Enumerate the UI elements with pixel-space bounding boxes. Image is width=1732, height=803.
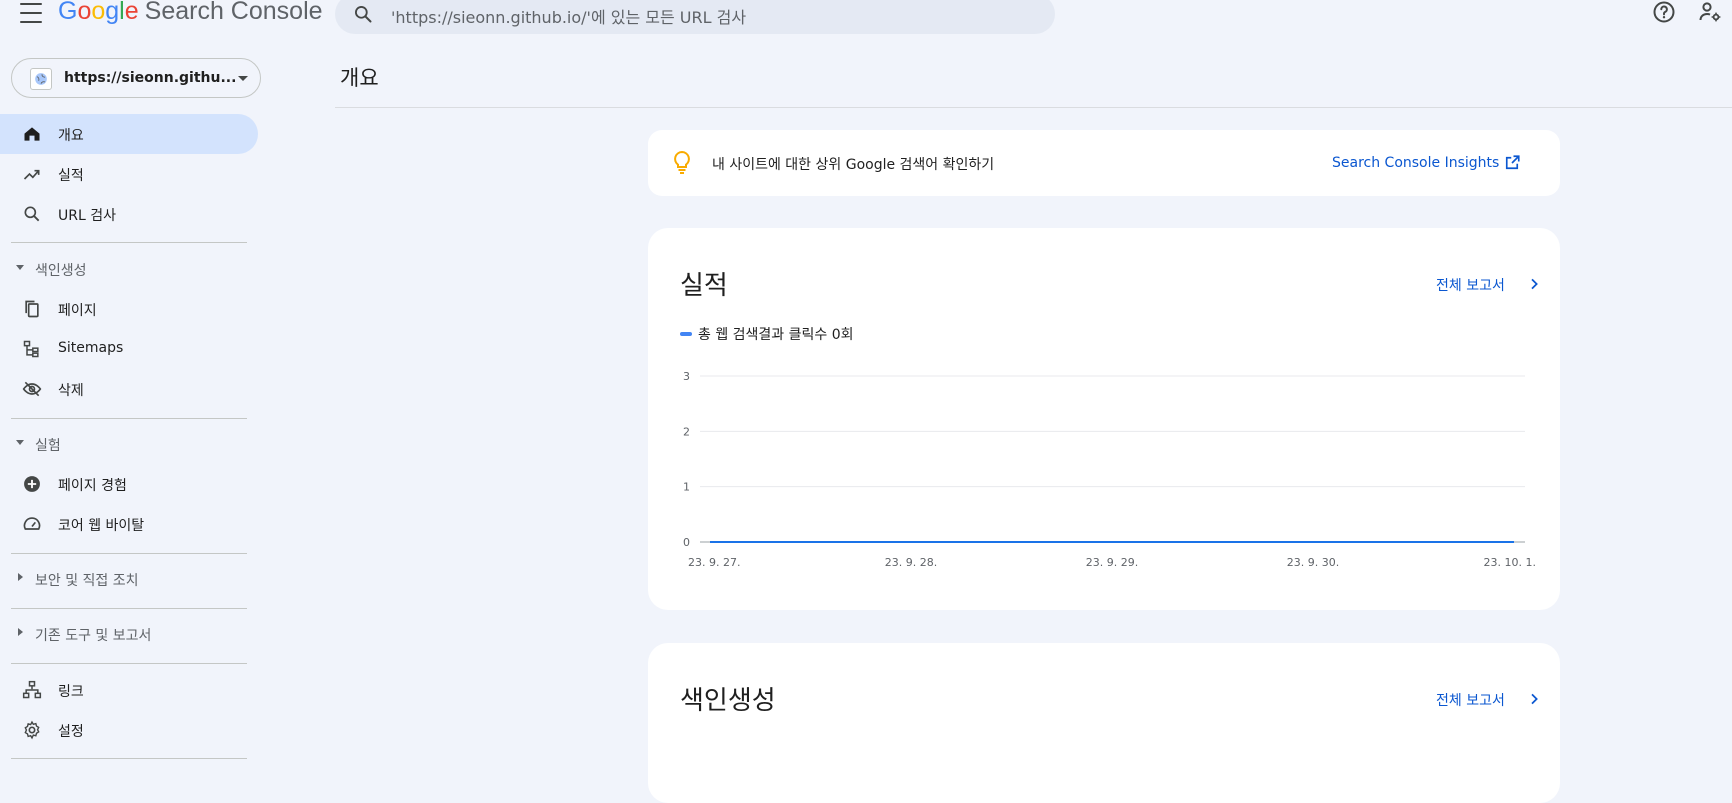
expand-icon (18, 628, 23, 636)
sidebar-item-links[interactable]: 링크 (0, 670, 258, 710)
sidebar-divider (11, 418, 247, 419)
caret-down-icon (238, 76, 248, 81)
sidebar-divider (11, 608, 247, 609)
legend-label: 총 웹 검색결과 클릭수 0회 (698, 327, 854, 343)
performance-title: 실적 (680, 271, 728, 301)
sidebar-item-label: 실적 (58, 168, 84, 184)
sidebar-section-legacy[interactable]: 기존 도구 및 보고서 (0, 619, 258, 649)
indexing-card: 색인생성 전체 보고서 (648, 643, 1560, 803)
sidebar-item-label: Sitemaps (58, 340, 124, 356)
account-settings-icon[interactable] (1698, 0, 1722, 24)
visibility-off-icon (22, 381, 42, 397)
x-tick-label: 23. 9. 30. (1287, 556, 1339, 569)
sidebar-item-overview[interactable]: 개요 (0, 114, 258, 154)
chevron-right-icon[interactable] (1526, 276, 1542, 292)
sidebar-item-label: URL 검사 (58, 208, 116, 224)
y-tick-label: 1 (683, 481, 690, 494)
sidebar-item-url-inspection[interactable]: URL 검사 (0, 194, 258, 234)
product-name: Search Console (144, 0, 323, 25)
y-tick-label: 0 (683, 536, 690, 549)
sidebar-divider (11, 663, 247, 664)
section-label: 기존 도구 및 보고서 (35, 628, 152, 644)
sidebar-item-sitemaps[interactable]: Sitemaps (0, 329, 258, 369)
sidebar-section-experience[interactable]: 실험 (0, 429, 258, 459)
globe-icon (30, 68, 52, 90)
performance-card: 실적 전체 보고서 총 웹 검색결과 클릭수 0회 0 1 2 3 23. 9. 27.… (648, 228, 1560, 610)
x-tick-label: 23. 9. 29. (1086, 556, 1138, 569)
indexing-full-report-link[interactable]: 전체 보고서 (1436, 690, 1505, 710)
sidebar-item-label: 코어 웹 바이탈 (58, 518, 145, 534)
sidebar-item-label: 페이지 (58, 303, 97, 319)
insights-text: 내 사이트에 대한 상위 Google 검색어 확인하기 (712, 157, 995, 173)
section-label: 실험 (35, 438, 61, 454)
gear-icon (24, 720, 40, 740)
property-label: https://sieonn.githu... (64, 70, 237, 86)
hamburger-icon[interactable] (20, 3, 42, 23)
sidebar-section-indexing[interactable]: 색인생성 (0, 254, 258, 284)
section-label: 보안 및 직접 조치 (35, 573, 139, 589)
add-circle-icon (24, 476, 40, 492)
sidebar-item-pages[interactable]: 페이지 (0, 289, 258, 329)
sidebar-divider (11, 553, 247, 554)
performance-chart: 0 1 2 3 23. 9. 27. 23. 9. 28. 23. 9. 29. 23. 9.… (683, 370, 1536, 569)
sidebar-item-core-web-vitals[interactable]: 코어 웹 바이탈 (0, 504, 258, 544)
sidebar-item-label: 링크 (58, 684, 84, 700)
home-icon (24, 127, 40, 141)
insights-banner: 내 사이트에 대한 상위 Google 검색어 확인하기 Search Cons… (648, 130, 1560, 196)
logo-letter: g (105, 0, 120, 25)
sidebar-item-label: 설정 (58, 724, 84, 740)
section-label: 색인생성 (35, 263, 87, 279)
property-selector[interactable]: https://sieonn.githu... (11, 58, 261, 98)
page-title: 개요 (340, 66, 379, 90)
title-divider (335, 107, 1732, 108)
x-tick-label: 23. 10. 1. (1484, 556, 1536, 569)
legend-swatch (680, 332, 692, 336)
top-app-bar: Google Search Console 'https://sieonn.git… (0, 0, 1732, 48)
open-in-new-icon[interactable] (1503, 154, 1521, 172)
chevron-right-icon[interactable] (1526, 691, 1542, 707)
search-icon (355, 6, 372, 23)
sidebar-item-page-experience[interactable]: 페이지 경험 (0, 464, 258, 504)
sidebar-divider (11, 758, 247, 759)
logo-letter: e (124, 0, 139, 25)
sidebar-item-performance[interactable]: 실적 (0, 154, 258, 194)
lightbulb-icon (674, 150, 690, 174)
speed-icon (23, 517, 41, 530)
y-tick-label: 3 (683, 370, 690, 383)
sidebar-item-label: 페이지 경험 (58, 478, 127, 494)
help-icon[interactable] (1652, 0, 1676, 24)
search-console-insights-link[interactable]: Search Console Insights (1332, 155, 1499, 171)
y-tick-label: 2 (683, 425, 690, 438)
trending-up-icon (23, 169, 40, 180)
expand-icon (18, 573, 23, 581)
x-tick-label: 23. 9. 28. (885, 556, 937, 569)
sidebar-item-removals[interactable]: 삭제 (0, 369, 258, 409)
sidebar-nav: https://sieonn.githu... 개요 실적 URL 검사 색인생… (0, 56, 262, 773)
logo-letter: o (77, 0, 92, 25)
logo-letter: G (58, 0, 78, 25)
sidebar-item-label: 삭제 (58, 383, 84, 399)
sitemap-icon (23, 340, 39, 358)
sidebar-divider (11, 242, 247, 243)
collapse-icon (16, 265, 24, 270)
url-inspection-search[interactable]: 'https://sieonn.github.io/'에 있는 모든 URL 검… (335, 0, 1055, 34)
x-tick-label: 23. 9. 27. (688, 556, 740, 569)
search-placeholder: 'https://sieonn.github.io/'에 있는 모든 URL 검… (391, 8, 747, 27)
collapse-icon (16, 440, 24, 445)
search-icon (24, 206, 40, 222)
sidebar-item-settings[interactable]: 설정 (0, 710, 258, 750)
link-network-icon (22, 680, 42, 699)
sidebar-section-security[interactable]: 보안 및 직접 조치 (0, 564, 258, 594)
logo-letter: o (91, 0, 106, 25)
google-search-console-logo[interactable]: Google Search Console (58, 0, 323, 26)
performance-full-report-link[interactable]: 전체 보고서 (1436, 275, 1505, 295)
indexing-title: 색인생성 (680, 686, 776, 716)
pages-icon (25, 300, 39, 318)
sidebar-item-label: 개요 (58, 128, 84, 144)
